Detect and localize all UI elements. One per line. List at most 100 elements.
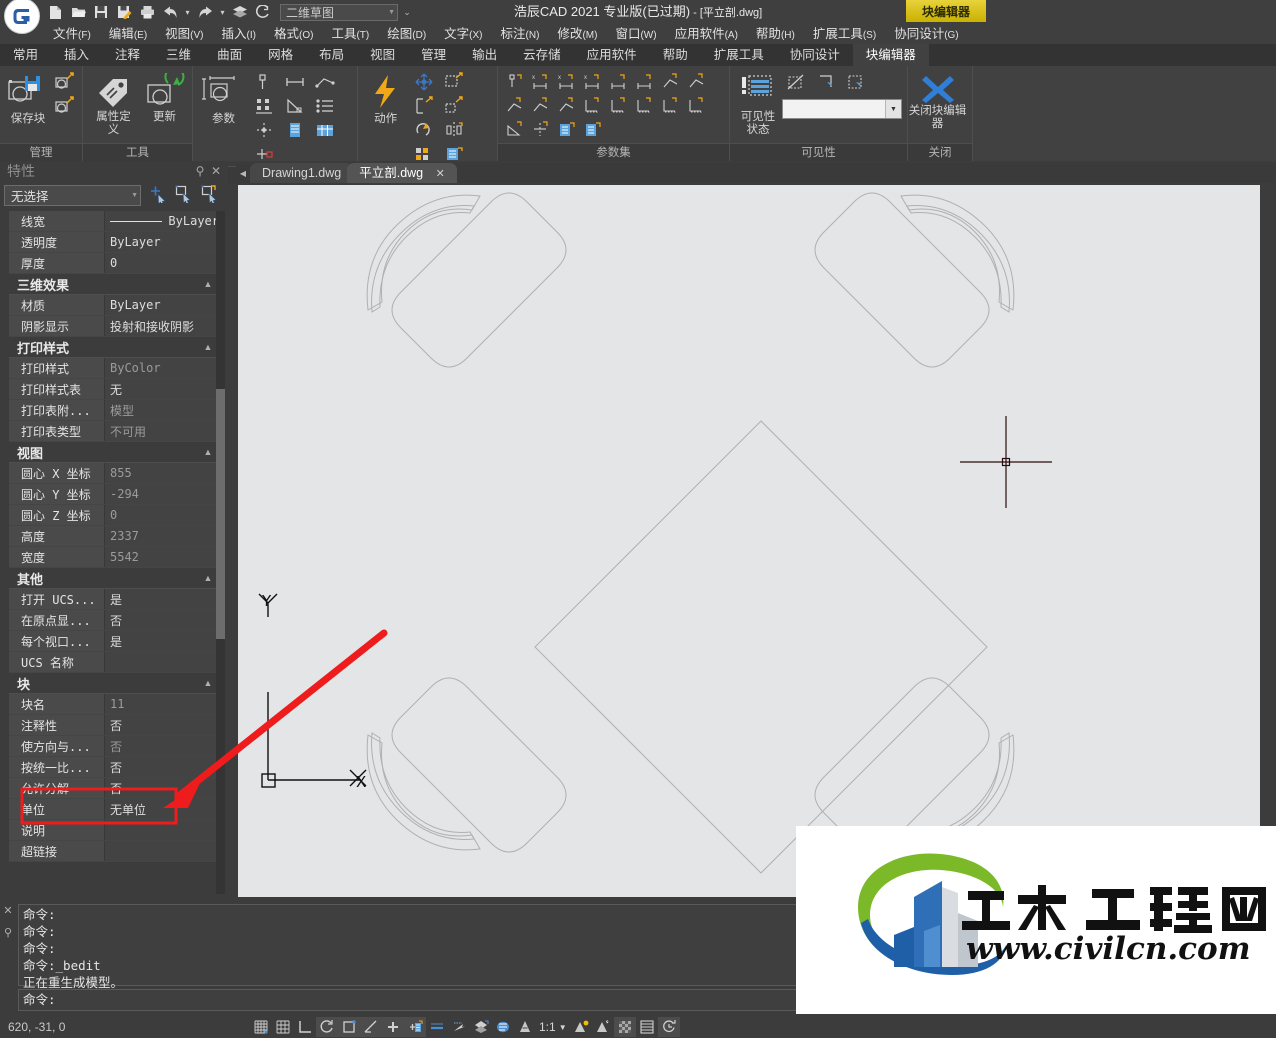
annotation-scale-selector[interactable]: 1:1 ▼ xyxy=(536,1020,570,1034)
redo-icon[interactable] xyxy=(194,1,216,23)
property-row-plot-table-attached[interactable]: 打印表附... 模型 xyxy=(9,400,219,421)
ribbon-tab-collaboration[interactable]: 协同设计 xyxy=(777,44,853,66)
snap-grid-icon[interactable] xyxy=(250,1017,272,1037)
property-value[interactable]: ByLayer xyxy=(105,232,219,252)
object-snap-icon[interactable] xyxy=(338,1017,360,1037)
property-value[interactable]: ByLayer xyxy=(105,211,219,231)
stretch-action-icon[interactable] xyxy=(409,94,439,118)
property-row-ucs-name[interactable]: UCS 名称 xyxy=(9,652,219,673)
menu-item-collaboration[interactable]: 协同设计(G) xyxy=(885,24,967,44)
quick-access-toolbar[interactable]: ▾ ▾ xyxy=(44,0,274,24)
property-row-ucs-on[interactable]: 打开 UCS... 是 xyxy=(9,589,219,610)
block-properties-table-icon[interactable] xyxy=(280,118,310,142)
grid-display-icon[interactable] xyxy=(272,1017,294,1037)
xy-array-set-icon[interactable] xyxy=(632,94,658,118)
layers-icon[interactable] xyxy=(229,1,251,23)
lineweight-icon[interactable] xyxy=(426,1017,448,1037)
polar-pair-set-icon[interactable] xyxy=(554,94,580,118)
ribbon-tab-help[interactable]: 帮助 xyxy=(650,44,701,66)
dynamic-input-icon[interactable] xyxy=(404,1017,426,1037)
close-block-editor-button[interactable]: 关闭块编辑器 xyxy=(908,70,967,131)
rotation-set-icon[interactable] xyxy=(502,118,528,142)
scale-action-icon[interactable] xyxy=(439,70,469,94)
match-properties-icon[interactable] xyxy=(201,184,219,206)
menu-item-draw[interactable]: 绘图(D) xyxy=(378,24,435,44)
undo-dropdown-icon[interactable]: ▾ xyxy=(182,1,193,23)
select-object-icon[interactable] xyxy=(175,185,193,206)
property-row-annotative[interactable]: 注释性 否 xyxy=(9,715,219,736)
property-group-3d-effects[interactable]: 三维效果 ▲ xyxy=(9,274,219,295)
test-block-icon[interactable] xyxy=(53,70,77,94)
scrollbar-thumb[interactable] xyxy=(216,389,225,639)
selection-combo[interactable]: 无选择 ▼ xyxy=(4,184,141,206)
action-button[interactable]: 动作 xyxy=(364,70,407,126)
chevron-down-icon[interactable]: ▼ xyxy=(388,9,395,16)
ribbon-tab-annotate[interactable]: 注释 xyxy=(102,44,153,66)
point-parameter-icon[interactable] xyxy=(250,70,280,94)
visibility-set-icon[interactable] xyxy=(554,118,580,142)
visibility-parameter-icon[interactable] xyxy=(250,94,280,118)
property-row-transparency[interactable]: 透明度 ByLayer xyxy=(9,232,219,253)
workspace-selector[interactable]: 二维草图 ▼ xyxy=(280,3,398,21)
menu-item-dimension[interactable]: 标注(N) xyxy=(492,24,549,44)
alignment-parameter-icon[interactable] xyxy=(280,94,310,118)
chevron-down-icon[interactable]: ▼ xyxy=(559,1023,567,1032)
make-invisible-icon[interactable] xyxy=(782,71,812,95)
property-group-plot-style[interactable]: 打印样式 ▲ xyxy=(9,337,219,358)
linear-stretch-set-icon[interactable]: x xyxy=(554,70,580,94)
flip-action-icon[interactable] xyxy=(439,118,469,142)
property-value[interactable] xyxy=(105,652,219,672)
qat-customize-icon[interactable]: ⌄ xyxy=(398,1,416,23)
property-value[interactable]: 否 xyxy=(105,778,219,798)
property-value[interactable]: 否 xyxy=(105,610,219,630)
polar-parameter-icon[interactable] xyxy=(310,70,340,94)
property-row-height[interactable]: 高度 2337 xyxy=(9,526,219,547)
ribbon-tab-output[interactable]: 输出 xyxy=(459,44,510,66)
property-row-plot-style-table[interactable]: 打印样式表 无 xyxy=(9,379,219,400)
layer-icon[interactable] xyxy=(492,1017,514,1037)
property-row-ucs-at-origin[interactable]: 在原点显... 否 xyxy=(9,610,219,631)
ribbon-tab-block-editor[interactable]: 块编辑器 xyxy=(852,44,929,66)
document-tab-bar[interactable]: ◀ Drawing1.dwg 平立剖.dwg ✕ xyxy=(236,163,1276,183)
property-row-hyperlink[interactable]: 超链接 xyxy=(9,841,219,862)
flip-set-icon[interactable] xyxy=(528,118,554,142)
attribute-definition-button[interactable]: 属性定义 xyxy=(91,70,136,137)
ortho-mode-icon[interactable] xyxy=(294,1017,316,1037)
transparency-icon[interactable] xyxy=(448,1017,470,1037)
property-row-center-y[interactable]: 圆心 Y 坐标 -294 xyxy=(9,484,219,505)
document-tab-drawing1[interactable]: Drawing1.dwg xyxy=(250,163,354,183)
lookup-parameter-icon[interactable] xyxy=(310,94,340,118)
close-icon[interactable]: ✕ xyxy=(3,904,12,917)
property-value[interactable] xyxy=(105,820,219,840)
ribbon-tab-cloud[interactable]: 云存储 xyxy=(510,44,574,66)
update-button[interactable]: 更新 xyxy=(142,70,187,124)
move-action-icon[interactable] xyxy=(409,70,439,94)
status-bar-toggles[interactable]: 1:1 ▼ xyxy=(250,1017,680,1037)
property-value[interactable]: 是 xyxy=(105,631,219,651)
property-row-lineweight[interactable]: 线宽 ByLayer xyxy=(9,211,219,232)
property-value[interactable]: 是 xyxy=(105,589,219,609)
visibility-state-combo[interactable]: ▼ xyxy=(782,99,902,119)
save-block-as-icon[interactable] xyxy=(53,94,77,118)
ribbon-tab-3d[interactable]: 三维 xyxy=(153,44,204,66)
dynamic-ucs-icon[interactable] xyxy=(382,1017,404,1037)
property-row-match-orientation[interactable]: 使方向与... 否 xyxy=(9,736,219,757)
property-row-units[interactable]: 单位 无单位 xyxy=(9,799,219,820)
linear-array-set-icon[interactable]: x xyxy=(580,70,606,94)
property-row-allow-exploding[interactable]: 允许分解 否 xyxy=(9,778,219,799)
property-value[interactable]: 0 xyxy=(105,253,219,273)
property-value[interactable] xyxy=(105,841,219,861)
property-row-plot-style[interactable]: 打印样式 ByColor xyxy=(9,358,219,379)
property-row-block-name[interactable]: 块名 11 xyxy=(9,694,219,715)
linear-move-set-icon[interactable]: x xyxy=(528,70,554,94)
annotation-visibility-icon[interactable] xyxy=(514,1017,536,1037)
object-snap-tracking-icon[interactable] xyxy=(360,1017,382,1037)
properties-grid[interactable]: 线宽 ByLayer 透明度 ByLayer 厚度 0 三维效果 ▲ 材质 By… xyxy=(9,211,219,894)
ribbon-tab-express-tools[interactable]: 扩展工具 xyxy=(701,44,777,66)
document-tab-planliepou[interactable]: 平立剖.dwg ✕ xyxy=(347,163,457,183)
xy-move-set-icon[interactable] xyxy=(580,94,606,118)
visibility-states-button[interactable]: 可见性状态 xyxy=(738,70,778,137)
properties-scrollbar[interactable] xyxy=(216,211,225,894)
linear-pair-set-icon[interactable] xyxy=(606,70,632,94)
rotate-action-icon[interactable] xyxy=(409,118,439,142)
